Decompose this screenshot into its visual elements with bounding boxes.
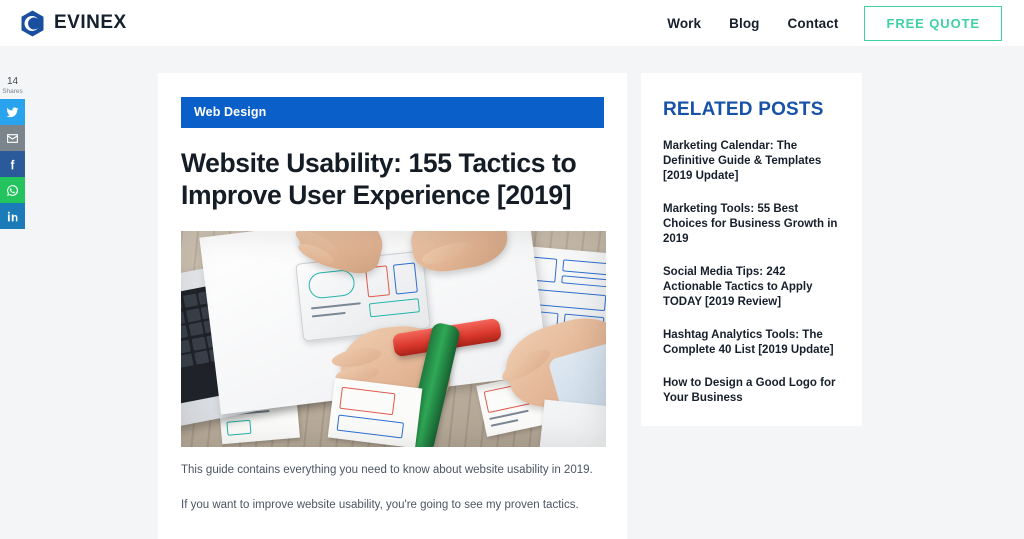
- related-post-link[interactable]: How to Design a Good Logo for Your Busin…: [663, 376, 840, 406]
- linkedin-icon: [7, 211, 18, 221]
- article-hero-image: [181, 231, 606, 447]
- share-whatsapp-button[interactable]: [0, 177, 25, 203]
- email-icon: [7, 133, 18, 143]
- facebook-icon: [10, 159, 15, 169]
- share-email-button[interactable]: [0, 125, 25, 151]
- page-body: Web Design Website Usability: 155 Tactic…: [0, 46, 1024, 539]
- whatsapp-icon: [7, 184, 19, 196]
- brand-logo[interactable]: EVINEX: [20, 10, 127, 37]
- free-quote-button[interactable]: FREE QUOTE: [864, 5, 1002, 41]
- social-share-rail: 14 Shares: [0, 76, 25, 229]
- page-title: Website Usability: 155 Tactics to Improv…: [181, 148, 577, 210]
- related-post-link[interactable]: Marketing Tools: 55 Best Choices for Bus…: [663, 202, 840, 247]
- category-badge[interactable]: Web Design: [181, 97, 604, 128]
- hexagon-logo-icon: [21, 10, 44, 36]
- nav-item-work[interactable]: Work: [653, 10, 715, 37]
- article-paragraph: This guide contains everything you need …: [181, 464, 593, 476]
- share-count-number: 14: [6, 76, 19, 87]
- share-facebook-button[interactable]: [0, 151, 25, 177]
- photo-vignette: [181, 231, 606, 447]
- article-paragraph: If you want to improve website usability…: [181, 499, 579, 511]
- nav-item-blog[interactable]: Blog: [715, 10, 773, 37]
- share-linkedin-button[interactable]: [0, 203, 25, 229]
- twitter-icon: [6, 106, 19, 117]
- share-count-label: Shares: [2, 88, 23, 95]
- related-post-link[interactable]: Social Media Tips: 242 Actionable Tactic…: [663, 265, 840, 310]
- related-posts-card: RELATED POSTS Marketing Calendar: The De…: [641, 73, 862, 426]
- share-count: 14 Shares: [0, 76, 25, 99]
- brand-name: EVINEX: [54, 12, 127, 33]
- site-header: EVINEX Work Blog Contact FREE QUOTE: [0, 0, 1024, 46]
- main-navigation: Work Blog Contact FREE QUOTE: [653, 0, 1002, 46]
- article-card: Web Design Website Usability: 155 Tactic…: [158, 73, 627, 539]
- related-posts-heading: RELATED POSTS: [663, 99, 824, 120]
- related-post-link[interactable]: Hashtag Analytics Tools: The Complete 40…: [663, 328, 840, 358]
- related-post-link[interactable]: Marketing Calendar: The Definitive Guide…: [663, 139, 840, 184]
- related-posts-list: Marketing Calendar: The Definitive Guide…: [663, 139, 840, 406]
- nav-item-contact[interactable]: Contact: [774, 10, 853, 37]
- share-twitter-button[interactable]: [0, 99, 25, 125]
